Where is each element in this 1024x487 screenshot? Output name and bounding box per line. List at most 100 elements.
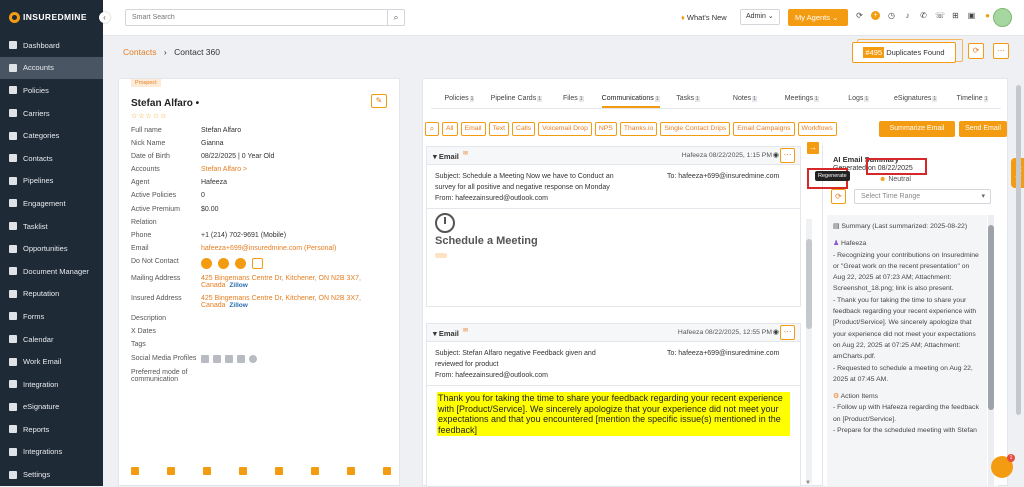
sidebar-item-integrations[interactable]: Integrations (0, 441, 103, 464)
action-3-icon[interactable] (203, 467, 211, 475)
user-avatar[interactable] (993, 8, 1012, 27)
tab-communications[interactable]: Communications 1 (601, 87, 660, 108)
add-icon[interactable]: + (871, 11, 880, 20)
scroll-thumb[interactable] (988, 225, 994, 410)
search-icon[interactable]: ⌕ (387, 9, 404, 26)
sidebar-item-esignature[interactable]: eSignature (0, 396, 103, 419)
filter-workflows[interactable]: Workflows (797, 122, 837, 136)
phone-icon[interactable]: ✆ (919, 11, 928, 20)
sidebar-item-contacts[interactable]: Contacts (0, 147, 103, 170)
collapse-summary-button[interactable]: → (807, 142, 819, 154)
sidebar-item-opportunities[interactable]: Opportunities (0, 237, 103, 260)
twitter-icon[interactable] (225, 354, 233, 363)
action-1-icon[interactable] (131, 467, 139, 475)
email-toggle-icon[interactable] (235, 257, 246, 269)
email-more-button[interactable]: ⋯ (780, 325, 795, 340)
eye-icon[interactable]: ◉ (773, 151, 779, 159)
sidebar-item-pipelines[interactable]: Pipelines (0, 170, 103, 193)
tab-notes[interactable]: Notes 1 (716, 87, 773, 108)
sidebar-collapse-button[interactable]: ‹ (99, 12, 110, 23)
my-agents-button[interactable]: My Agents ⌄ (788, 9, 848, 26)
scroll-thumb[interactable] (1016, 85, 1021, 415)
grid-icon[interactable]: ⊞ (951, 11, 960, 20)
sidebar-item-categories[interactable]: Categories (0, 124, 103, 147)
brand-logo[interactable]: INSUREDMINE (0, 0, 103, 34)
tab-policies[interactable]: Policies 1 (431, 87, 488, 108)
edit-contact-button[interactable]: ✎ (371, 94, 387, 108)
notification-dot-icon[interactable]: ● (983, 11, 992, 20)
action-7-icon[interactable] (347, 467, 355, 475)
clock-icon[interactable]: ◷ (887, 11, 896, 20)
action-2-icon[interactable] (167, 467, 175, 475)
sidebar-item-accounts[interactable]: Accounts (0, 56, 103, 80)
filter-thanks-io[interactable]: Thanks.io (619, 122, 658, 136)
web-icon[interactable] (249, 354, 257, 363)
zillow-link[interactable]: Zillow (229, 302, 247, 309)
text-toggle-icon[interactable] (218, 257, 229, 269)
more-options-button[interactable]: ⋯ (993, 43, 1009, 59)
regenerate-button[interactable]: ⟳ (831, 189, 846, 204)
sidebar-item-calendar[interactable]: Calendar (0, 328, 103, 351)
breadcrumb-contacts[interactable]: Contacts (123, 47, 157, 57)
eye-icon[interactable]: ◉ (773, 328, 779, 336)
chat-launcher-button[interactable]: 1 (991, 454, 1015, 478)
page-scrollbar[interactable] (1016, 80, 1021, 480)
sidebar-item-tasklist[interactable]: Tasklist (0, 215, 103, 238)
chip-icon[interactable]: ▣ (967, 11, 976, 20)
scroll-down-icon[interactable]: ▼ (805, 480, 811, 486)
filter-email-campaigns[interactable]: Email Campaigns (733, 122, 795, 136)
facebook-icon[interactable] (213, 354, 221, 363)
sidebar-item-reports[interactable]: Reports (0, 418, 103, 441)
tab-meetings[interactable]: Meetings 1 (773, 87, 830, 108)
filter-calls[interactable]: Calls (512, 122, 536, 136)
calls-log-icon[interactable]: ☏ (935, 11, 945, 20)
sidebar-item-integration[interactable]: Integration (0, 373, 103, 396)
sidebar-item-dashboard[interactable]: Dashboard (0, 34, 103, 57)
email-header[interactable]: ▾ Email ✉ Hafeeza 08/22/2025, 12:55 PM ◉… (427, 324, 800, 342)
linkedin-icon[interactable] (201, 354, 209, 363)
search-input[interactable] (126, 14, 387, 21)
tab-esignatures[interactable]: eSignatures 1 (887, 87, 944, 108)
sidebar-item-document-manager[interactable]: Document Manager (0, 260, 103, 283)
tab-tasks[interactable]: Tasks 1 (660, 87, 717, 108)
tab-pipeline-cards[interactable]: Pipeline Cards 1 (488, 87, 545, 108)
communications-scrollbar[interactable]: ▼ (805, 219, 812, 486)
action-8-icon[interactable] (383, 467, 391, 475)
email-more-button[interactable]: ⋯ (780, 148, 795, 163)
sidebar-item-settings[interactable]: Settings (0, 463, 103, 486)
mailing-address-value[interactable]: 425 Bingemans Centre Dr, Kitchener, ON N… (201, 275, 391, 289)
admin-dropdown[interactable]: Admin ⌄ (740, 9, 780, 25)
sidebar-item-reputation[interactable]: Reputation (0, 283, 103, 306)
duplicates-found-button[interactable]: #495 Duplicates Found (852, 39, 963, 63)
email-header[interactable]: ▾ Email ✉ Hafeeza 08/22/2025, 1:15 PM ◉ … (427, 147, 800, 165)
action-4-icon[interactable] (239, 467, 247, 475)
tab-logs[interactable]: Logs 1 (830, 87, 887, 108)
action-6-icon[interactable] (311, 467, 319, 475)
rating-stars[interactable]: ☆☆☆☆☆ (131, 112, 167, 120)
call-toggle-icon[interactable] (201, 257, 212, 269)
tab-files[interactable]: Files 1 (545, 87, 602, 108)
filter-email[interactable]: Email (460, 122, 486, 136)
filter-voicemail-drop[interactable]: Voicemail Drop (538, 122, 592, 136)
sync-icon[interactable]: ⟳ (855, 11, 864, 20)
sidebar-item-work-email[interactable]: Work Email (0, 350, 103, 373)
tab-timeline[interactable]: Timeline 1 (944, 87, 1001, 108)
scroll-thumb[interactable] (806, 239, 812, 329)
sidebar-item-forms[interactable]: Forms (0, 305, 103, 328)
sidebar-item-engagement[interactable]: Engagement (0, 192, 103, 215)
action-5-icon[interactable] (275, 467, 283, 475)
sidebar-item-carriers[interactable]: Carriers (0, 102, 103, 125)
refresh-button[interactable]: ⟳ (968, 43, 984, 59)
field-value[interactable]: hafeeza+699@insuredmine.com (Personal) (201, 245, 391, 252)
insured-address-value[interactable]: 425 Bingemans Centre Dr, Kitchener, ON N… (201, 295, 391, 309)
filter-text[interactable]: Text (488, 122, 510, 136)
zillow-link[interactable]: Zillow (229, 282, 247, 289)
filter-all[interactable]: All (442, 122, 458, 136)
filter-search-icon[interactable]: ⌕ (425, 122, 439, 136)
summarize-email-button[interactable]: Summarize Email (879, 121, 955, 137)
instagram-icon[interactable] (237, 354, 245, 363)
sidebar-item-policies[interactable]: Policies (0, 79, 103, 102)
filter-single-contact-drips[interactable]: Single Contact Drips (660, 122, 731, 136)
time-range-select[interactable]: Select Time Range ▾ (854, 189, 991, 204)
whats-new-link[interactable]: ♦ What's New (681, 13, 727, 22)
